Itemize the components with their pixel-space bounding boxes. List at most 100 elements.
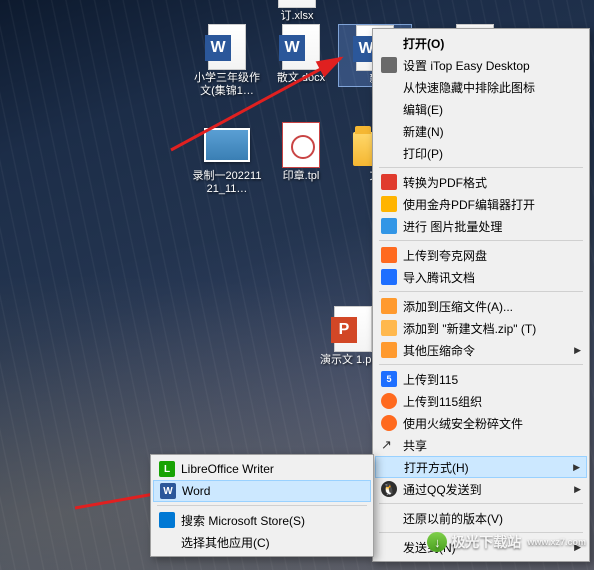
- context-menu: 打开(O) 设置 iTop Easy Desktop 从快速隐藏中排除此图标编辑(E…: [372, 28, 590, 562]
- blank-icon: [379, 539, 399, 555]
- desktop-icon-xlsx-partial[interactable]: 订.xlsx: [260, 0, 334, 23]
- menu-item-label: 打开方式(H): [400, 459, 568, 476]
- wd-icon: W: [158, 483, 178, 499]
- menu-item-label: 通过QQ发送到: [399, 481, 569, 498]
- submenu-item-label: Word: [178, 484, 352, 498]
- submenu-item-label: 选择其他应用(C): [177, 534, 353, 551]
- icon-label: 小学三年级作文(集锦1…: [190, 72, 264, 98]
- 115-icon: 5: [379, 371, 399, 387]
- menu-item-label: 从快速隐藏中排除此图标: [399, 79, 569, 96]
- blank-icon: [157, 534, 177, 550]
- zip-icon: [379, 298, 399, 314]
- gear-icon: [379, 57, 399, 73]
- submenu-item-label: 搜索 Microsoft Store(S): [177, 512, 353, 529]
- menu-item-restore[interactable]: 还原以前的版本(V): [375, 507, 587, 529]
- menu-item-new[interactable]: 新建(N): [375, 120, 587, 142]
- cloud-icon: [379, 247, 399, 263]
- more-icon: [379, 342, 399, 358]
- menu-item-label: 上传到115: [399, 371, 569, 388]
- open-with-submenu: LLibreOffice WriterWWord搜索 Microsoft Sto…: [150, 454, 374, 557]
- desktop-icon-screenshot-video[interactable]: 录制一20221121_11…: [190, 122, 264, 196]
- ppt-icon: [330, 306, 376, 352]
- menu-item-itop[interactable]: 设置 iTop Easy Desktop: [375, 54, 587, 76]
- submenu-arrow-icon: ▶: [574, 484, 581, 495]
- watermark-text: 极光下载站: [451, 532, 521, 552]
- desktop-icon-grid: 订.xlsx小学三年级作文(集锦1…散文.docx新录制一20221121_11…: [0, 0, 4, 8]
- menu-item-label: 添加到压缩文件(A)...: [399, 298, 569, 315]
- blank-icon: [379, 510, 399, 526]
- menu-item-label: 上传到夸克网盘: [399, 247, 569, 264]
- menu-item-huorong[interactable]: 使用火绒安全粉碎文件: [375, 412, 587, 434]
- submenu-item-word[interactable]: WWord: [153, 480, 371, 502]
- menu-item-openwith[interactable]: 打开方式(H) ▶: [375, 456, 587, 478]
- submenu-arrow-icon: ▶: [574, 345, 581, 356]
- site-watermark: ↓ 极光下载站 www.xz7.com: [427, 532, 586, 552]
- blank-icon: [379, 101, 399, 117]
- menu-item-label: 打印(P): [399, 145, 569, 162]
- menu-item-up115[interactable]: 5上传到115: [375, 368, 587, 390]
- menu-item-imgproc[interactable]: 进行 图片批量处理: [375, 215, 587, 237]
- menu-item-jzpdf[interactable]: 使用金舟PDF编辑器打开: [375, 193, 587, 215]
- menu-item-addzip[interactable]: 添加到压缩文件(A)...: [375, 295, 587, 317]
- submenu-arrow-icon: ▶: [573, 462, 580, 473]
- menu-item-kuake[interactable]: 上传到夸克网盘: [375, 244, 587, 266]
- icon-label: 订.xlsx: [260, 10, 334, 23]
- menu-item-label: 共享: [399, 437, 569, 454]
- menu-item-topdf[interactable]: 转换为PDF格式: [375, 171, 587, 193]
- word-icon: [278, 24, 324, 70]
- ms-icon: [157, 512, 177, 528]
- menu-item-label: 使用金舟PDF编辑器打开: [399, 196, 569, 213]
- submenu-item-libreoffice[interactable]: LLibreOffice Writer: [153, 458, 371, 480]
- lw-icon: L: [157, 461, 177, 477]
- menu-item-label: 打开(O): [399, 35, 569, 52]
- blank-icon: [379, 145, 399, 161]
- submenu-item-choose[interactable]: 选择其他应用(C): [153, 531, 371, 553]
- menu-item-share[interactable]: ↗共享: [375, 434, 587, 456]
- menu-item-label: 添加到 "新建文档.zip" (T): [399, 320, 569, 337]
- menu-item-label: 其他压缩命令: [399, 342, 569, 359]
- xlsx-icon: [274, 0, 320, 8]
- menu-item-label: 转换为PDF格式: [399, 174, 569, 191]
- tpl-icon: [278, 122, 324, 168]
- menu-item-qq[interactable]: 🐧通过QQ发送到 ▶: [375, 478, 587, 500]
- menu-separator: [379, 240, 583, 241]
- menu-separator: [157, 505, 367, 506]
- menu-item-txdoc[interactable]: 导入腾讯文档: [375, 266, 587, 288]
- desktop-icon-word-doc-2[interactable]: 散文.docx: [264, 24, 338, 85]
- menu-item-hide[interactable]: 从快速隐藏中排除此图标: [375, 76, 587, 98]
- watermark-url: www.xz7.com: [527, 537, 586, 547]
- qq-icon: 🐧: [379, 481, 399, 497]
- icon-label: 散文.docx: [264, 72, 338, 85]
- image-icon: [204, 122, 250, 168]
- blank-icon: [379, 79, 399, 95]
- desktop-icon-seal-tpl[interactable]: 印章.tpl: [264, 122, 338, 183]
- menu-item-morezip[interactable]: 其他压缩命令 ▶: [375, 339, 587, 361]
- menu-item-label: 编辑(E): [399, 101, 569, 118]
- menu-item-label: 进行 图片批量处理: [399, 218, 569, 235]
- menu-item-label: 上传到115组织: [399, 393, 569, 410]
- menu-item-label: 新建(N): [399, 123, 569, 140]
- menu-separator: [379, 503, 583, 504]
- icon-label: 印章.tpl: [264, 170, 338, 183]
- fire-icon: [379, 415, 399, 431]
- menu-separator: [379, 364, 583, 365]
- menu-item-up115org[interactable]: 上传到115组织: [375, 390, 587, 412]
- tdoc-icon: [379, 269, 399, 285]
- menu-item-addzip2[interactable]: 添加到 "新建文档.zip" (T): [375, 317, 587, 339]
- menu-item-open[interactable]: 打开(O): [375, 32, 587, 54]
- word-icon: [204, 24, 250, 70]
- zip2-icon: [379, 320, 399, 336]
- menu-item-label: 还原以前的版本(V): [399, 510, 569, 527]
- pdf-icon: [379, 174, 399, 190]
- menu-item-print[interactable]: 打印(P): [375, 142, 587, 164]
- menu-item-label: 设置 iTop Easy Desktop: [399, 57, 569, 74]
- icon-label: 录制一20221121_11…: [190, 170, 264, 196]
- desktop-icon-word-doc-1[interactable]: 小学三年级作文(集锦1…: [190, 24, 264, 98]
- menu-item-edit[interactable]: 编辑(E): [375, 98, 587, 120]
- submenu-item-msstore[interactable]: 搜索 Microsoft Store(S): [153, 509, 371, 531]
- blank-icon: [379, 35, 399, 51]
- blank-icon: [380, 459, 400, 475]
- img-icon: [379, 218, 399, 234]
- menu-separator: [379, 291, 583, 292]
- menu-item-label: 导入腾讯文档: [399, 269, 569, 286]
